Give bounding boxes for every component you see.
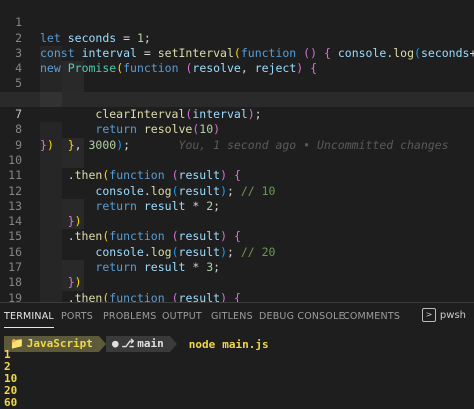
code-line: 5 clearInterval(interval); (0, 61, 474, 121)
folder-icon: 📁 (10, 337, 24, 350)
github-icon: ● (111, 337, 119, 350)
prompt-segment-branch: ● ⎇ main (105, 336, 170, 352)
branch-icon: ⎇ (121, 337, 135, 350)
terminal-command-arg: main.js (222, 337, 269, 351)
code-line: 15 return result * 3; (0, 214, 474, 274)
shell-name: pwsh (439, 309, 466, 321)
terminal-shell-selector[interactable]: > pwsh (421, 308, 466, 322)
code-line: 9 .then(function (result) { (0, 122, 474, 182)
tab-problems[interactable]: PROBLEMS (103, 311, 156, 322)
code-line: }); (0, 290, 474, 302)
tab-comments[interactable]: COMMENTS (343, 311, 400, 322)
terminal-icon: > (421, 308, 436, 322)
code-line: 11 return result * 2; (0, 152, 474, 213)
code-line: 14 console.log(result); // 20 (0, 198, 474, 259)
code-line: 2 const interval = setInterval(function … (0, 15, 474, 60)
code-line: 17 .then(function (result) { (0, 244, 474, 302)
code-line: 4 setTimeout(function () { (0, 45, 474, 106)
tab-ports[interactable]: PORTS (61, 311, 93, 322)
powerline-arrow-icon (169, 336, 177, 352)
code-line: 1 let seconds = 1; (0, 0, 474, 44)
prompt-segment-language: 📁 JavaScript (4, 336, 99, 352)
code-line: 10 console.log(result); // 10 (0, 137, 474, 198)
code-editor[interactable]: 1 let seconds = 1; 2 const interval = se… (0, 0, 474, 302)
terminal-output-line: 60 (4, 396, 18, 409)
terminal[interactable]: 📁 JavaScript ● ⎇ main node main.js 1 2 1… (0, 329, 474, 409)
code-line: 19 return result * 4; (0, 275, 474, 302)
code-line: 8 }) (0, 107, 474, 151)
code-line: 12 }) (0, 168, 474, 228)
code-line: 13 .then(function (result) { (0, 183, 474, 243)
code-line: 3 new Promise(function (resolve, reject)… (0, 31, 474, 75)
code-line: 16 }) (0, 229, 474, 289)
terminal-command: node (188, 337, 216, 351)
tab-gitlens[interactable]: GITLENS (211, 311, 253, 322)
tab-terminal[interactable]: TERMINAL (4, 311, 54, 328)
tab-output[interactable]: OUTPUT (162, 311, 202, 322)
tab-debug-console[interactable]: DEBUG CONSOLE (259, 311, 345, 322)
powerline-arrow-icon (98, 336, 106, 352)
code-line: 6 return resolve(10) (0, 76, 474, 136)
code-line-current: 7 }, 3000); You, 1 second ago • Uncommit… (0, 91, 474, 152)
terminal-prompt: 📁 JavaScript ● ⎇ main node main.js (4, 336, 269, 352)
panel-tabs: TERMINAL PORTS PROBLEMS OUTPUT GITLENS D… (0, 303, 474, 329)
code-line: 18 console.log(result); // 60 (0, 260, 474, 289)
